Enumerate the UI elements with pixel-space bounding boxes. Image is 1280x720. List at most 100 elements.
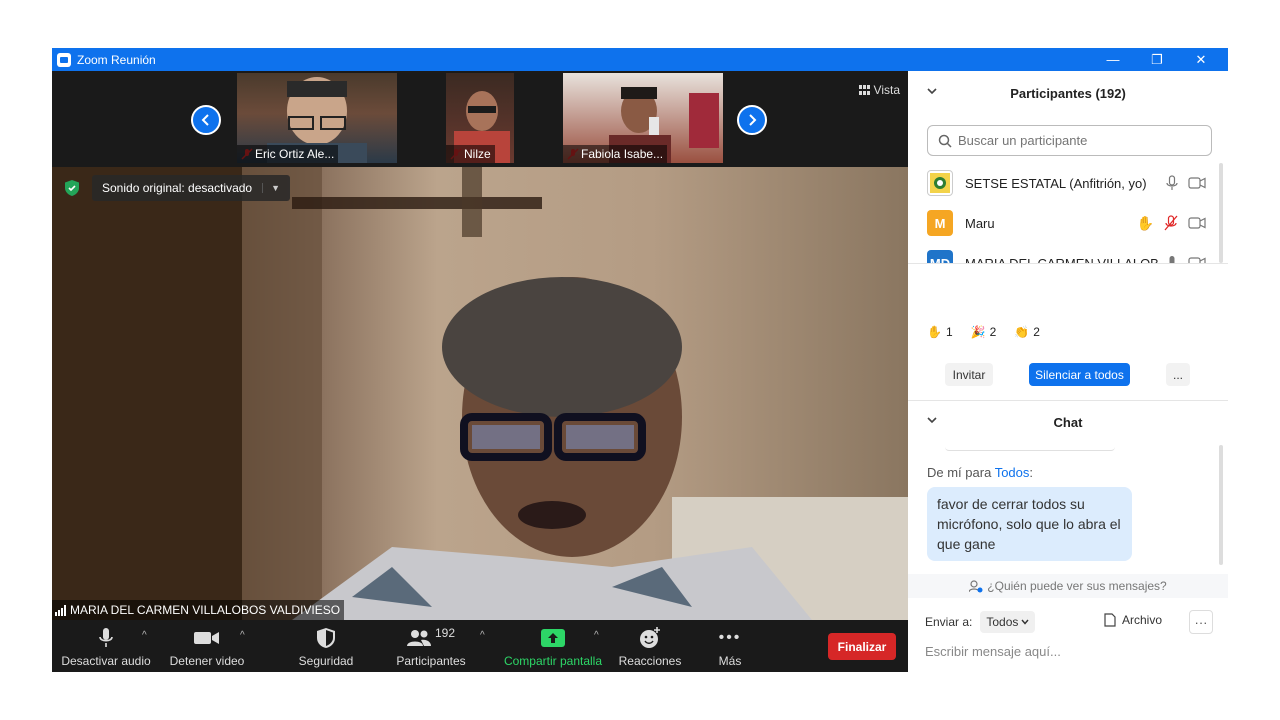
close-button[interactable]: ✕ [1178, 48, 1224, 71]
speaker-video-frame [52, 167, 908, 620]
smiley-add-icon [640, 627, 660, 648]
next-page-button[interactable] [737, 105, 767, 135]
chevron-right-icon [749, 114, 757, 126]
raised-hand-icon: ✋ [927, 325, 942, 339]
chevron-down-icon[interactable]: ▼ [262, 183, 280, 193]
message-meta-suffix: : [1029, 465, 1034, 480]
reactions-button[interactable]: Reacciones [617, 626, 683, 670]
mute-all-button[interactable]: Silenciar a todos [1029, 363, 1130, 386]
video-camera-icon[interactable] [1188, 217, 1206, 229]
participant-thumbnail[interactable]: Eric Ortiz Ale... [237, 73, 397, 163]
security-button[interactable]: Seguridad [290, 626, 362, 670]
participants-more-button[interactable]: ... [1166, 363, 1190, 386]
reaction-count: 2 [989, 325, 997, 339]
encryption-shield-icon[interactable] [64, 179, 80, 197]
participant-search-box[interactable] [927, 125, 1212, 156]
microphone-icon [99, 628, 113, 647]
more-button[interactable]: ••• Más [708, 626, 752, 670]
divider [908, 263, 1228, 264]
share-screen-icon [541, 629, 565, 647]
participant-search-input[interactable] [958, 133, 1198, 148]
clapping-hands-icon: 👏 [1014, 325, 1030, 339]
restore-button[interactable]: ❐ [1134, 48, 1180, 71]
collapse-chevron-icon[interactable] [926, 85, 938, 97]
thumbnail-name: Eric Ortiz Ale... [237, 145, 339, 163]
participants-count: 192 [434, 626, 456, 640]
participants-header: Participantes (192) [908, 73, 1228, 113]
participants-options-chevron-icon[interactable]: ^ [480, 630, 485, 641]
participant-thumbnail[interactable]: Nilze [446, 73, 514, 163]
chat-more-button[interactable]: ··· [1189, 610, 1213, 634]
raised-hand-reaction: ✋ 1 [927, 325, 953, 339]
invite-button[interactable]: Invitar [945, 363, 993, 386]
stop-video-label: Detener video [169, 654, 245, 668]
participant-list: SETSE ESTATAL (Anfitrión, yo) M Maru ✋ M… [908, 163, 1228, 303]
participant-avatar: M [927, 210, 953, 236]
participant-list-scrollbar[interactable] [1218, 163, 1224, 303]
title-bar: Zoom Reunión — ❐ ✕ [52, 48, 1228, 71]
mute-audio-button[interactable]: Desactivar audio [61, 626, 151, 670]
end-meeting-button[interactable]: Finalizar [828, 633, 896, 660]
participant-row[interactable]: SETSE ESTATAL (Anfitrión, yo) [908, 163, 1228, 203]
participant-thumbnail[interactable]: Fabiola Isabe... [563, 73, 723, 163]
microphone-icon[interactable] [1166, 175, 1178, 191]
collapse-chevron-icon[interactable] [926, 414, 938, 426]
active-speaker-video: Sonido original: desactivado ▼ MARIA DEL… [52, 167, 908, 620]
thumbnail-name: Nilze [446, 145, 495, 163]
chat-message-bubble[interactable]: favor de cerrar todos su micrófono, solo… [927, 487, 1132, 561]
meeting-toolbar: Desactivar audio ^ Detener video ^ Segur… [52, 620, 908, 672]
send-to-select[interactable]: Todos [980, 611, 1036, 633]
side-panel: Participantes (192) SETSE ESTATAL (Anfit… [908, 71, 1228, 672]
search-icon [938, 134, 952, 148]
participant-list-clip [908, 263, 1228, 303]
view-button[interactable]: Vista [858, 83, 900, 97]
prev-page-button[interactable] [191, 105, 221, 135]
participant-name: Maru [965, 215, 995, 231]
participant-row[interactable]: M Maru ✋ [908, 203, 1228, 243]
chat-title: Chat [1053, 414, 1083, 430]
stop-video-button[interactable]: Detener video [167, 626, 247, 670]
original-sound-toggle[interactable]: Sonido original: desactivado ▼ [92, 175, 291, 201]
video-options-chevron-icon[interactable]: ^ [240, 630, 245, 641]
share-options-chevron-icon[interactable]: ^ [594, 630, 599, 641]
file-button[interactable]: Archivo [1104, 613, 1162, 627]
section-divider [908, 400, 1228, 401]
file-icon [1104, 613, 1116, 627]
mute-audio-label: Desactivar audio [61, 654, 151, 668]
chevron-down-icon [1021, 619, 1029, 625]
chat-header: Chat [908, 402, 1228, 442]
reactions-label: Reacciones [618, 654, 682, 668]
chat-message-input[interactable] [925, 641, 1205, 661]
party-popper-reaction: 🎉 2 [971, 325, 997, 339]
send-to-value: Todos [986, 615, 1019, 629]
visibility-note: ¿Quién puede ver sus mensajes? [987, 579, 1167, 593]
share-screen-button[interactable]: Compartir pantalla [502, 626, 604, 670]
raised-hand-icon: ✋ [1136, 214, 1154, 231]
message-visibility-link[interactable]: ¿Quién puede ver sus mensajes? [908, 574, 1228, 598]
message-sender: De mí para [927, 465, 995, 480]
mic-off-icon[interactable] [1164, 215, 1178, 231]
host-logo-avatar [927, 170, 953, 196]
gallery-strip: Eric Ortiz Ale... Nilze Fabiola Isabe...… [52, 71, 908, 167]
organization-logo-icon [930, 173, 950, 193]
file-label: Archivo [1122, 613, 1163, 627]
thumbnail-name: Fabiola Isabe... [563, 145, 668, 163]
participant-name: SETSE ESTATAL (Anfitrión, yo) [965, 175, 1147, 191]
security-shield-icon [317, 628, 335, 648]
more-label: Más [718, 654, 742, 668]
send-to-row: Enviar a: Todos [925, 610, 1215, 634]
window-title: Zoom Reunión [77, 52, 156, 67]
message-recipient[interactable]: Todos [995, 465, 1030, 480]
reaction-counts: ✋ 1 🎉 2 👏 2 [927, 325, 1040, 339]
active-speaker-name-tag: MARIA DEL CARMEN VILLALOBOS VALDIVIESO [52, 600, 345, 620]
chat-scrollbar[interactable] [1218, 445, 1224, 571]
share-screen-label: Compartir pantalla [503, 654, 603, 668]
person-visibility-icon [969, 579, 983, 592]
minimize-button[interactable]: — [1090, 48, 1136, 71]
participants-icon [406, 630, 431, 646]
original-sound-label: Sonido original: desactivado [102, 181, 253, 195]
video-camera-icon[interactable] [1188, 177, 1206, 189]
participants-button[interactable]: 192 Participantes [392, 626, 470, 670]
audio-options-chevron-icon[interactable]: ^ [142, 630, 147, 641]
active-speaker-name: MARIA DEL CARMEN VILLALOBOS VALDIVIESO [70, 603, 341, 617]
